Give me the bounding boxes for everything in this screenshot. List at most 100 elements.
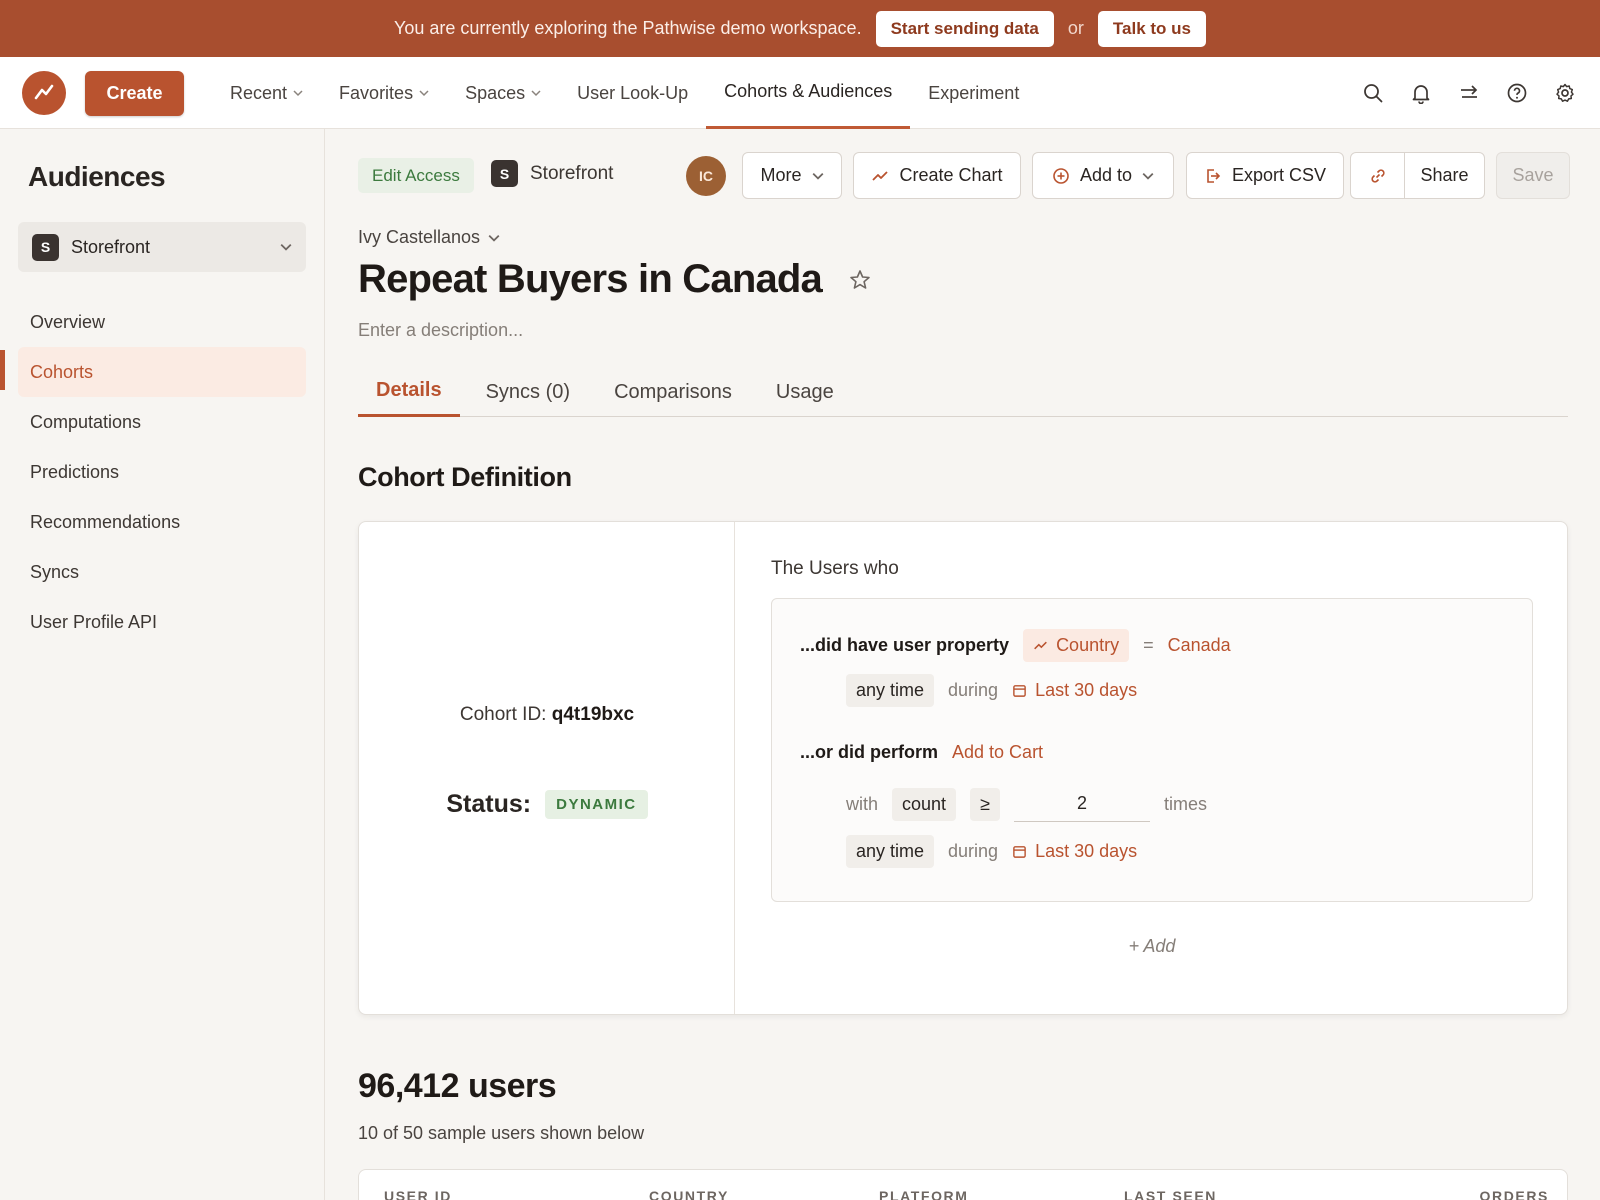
nav-menu: Recent Favorites Spaces User Look-Up Coh… — [212, 57, 1037, 129]
chevron-down-icon — [488, 234, 500, 242]
save-button[interactable]: Save — [1496, 152, 1570, 199]
column-header-user-id[interactable]: USER ID — [384, 1188, 452, 1200]
column-header-last-seen[interactable]: LAST SEEN — [1124, 1188, 1217, 1200]
export-icon — [1207, 168, 1221, 183]
copy-link-button[interactable] — [1351, 153, 1405, 198]
metric-chip[interactable]: count — [892, 787, 957, 821]
cohort-id: Cohort ID: q4t19bxc — [359, 704, 735, 726]
calendar-icon — [1013, 846, 1026, 858]
nav-item-label: Experiment — [928, 82, 1020, 103]
comparator-chip[interactable]: ≥ — [970, 787, 1000, 821]
add-to-label: Add to — [1079, 165, 1133, 185]
share-button[interactable]: Share — [1405, 153, 1484, 198]
owner-selector[interactable]: Ivy Castellanos — [358, 227, 500, 248]
banner-or-text: or — [1067, 18, 1084, 38]
app-logo-icon[interactable] — [22, 71, 66, 115]
create-chart-button[interactable]: Create Chart — [853, 152, 1021, 199]
star-icon[interactable] — [848, 268, 872, 292]
tab-details[interactable]: Details — [358, 367, 460, 417]
rules-box: ...did have user property Country = Cana… — [771, 598, 1533, 902]
nav-item-label: Favorites — [339, 82, 414, 103]
sidebar-item-predictions[interactable]: Predictions — [18, 447, 306, 497]
owner-name: Ivy Castellanos — [358, 227, 481, 247]
main-content: Edit Access S Storefront IC More Create … — [325, 129, 1600, 1200]
user-count: 96,412 users — [358, 1067, 557, 1105]
count-input[interactable]: 2 — [1013, 786, 1150, 822]
property-value[interactable]: Canada — [1168, 635, 1231, 656]
create-button[interactable]: Create — [85, 71, 184, 116]
cohort-tabs: Details Syncs (0) Comparisons Usage — [358, 367, 1568, 417]
transfer-icon[interactable] — [1458, 82, 1480, 104]
nav-item-cohorts-audiences[interactable]: Cohorts & Audiences — [706, 57, 911, 129]
tab-usage[interactable]: Usage — [758, 367, 852, 417]
workspace-select[interactable]: S Storefront — [18, 222, 306, 272]
rule-2-time-chip[interactable]: any time — [846, 835, 935, 868]
chevron-down-icon — [531, 90, 541, 97]
sidebar-item-syncs[interactable]: Syncs — [18, 547, 306, 597]
nav-item-experiment[interactable]: Experiment — [910, 57, 1037, 129]
rule-2-count-row: with count ≥ 2 times — [846, 786, 1207, 822]
export-csv-button[interactable]: Export CSV — [1186, 152, 1344, 199]
talk-to-us-button[interactable]: Talk to us — [1097, 10, 1206, 47]
rule-2-prefix: ...or did perform — [800, 742, 939, 762]
cohort-status: Status: DYNAMIC — [359, 790, 735, 819]
nav-item-label: Cohorts & Audiences — [724, 81, 893, 101]
rule-1-during: during — [948, 680, 999, 700]
nav-item-label: User Look-Up — [577, 82, 689, 103]
status-label: Status: — [446, 790, 532, 818]
nav-item-favorites[interactable]: Favorites — [321, 57, 447, 129]
rule-2-time-row: any time during Last 30 days — [846, 835, 1137, 868]
search-icon[interactable] — [1362, 82, 1384, 104]
rule-2-date-range[interactable]: Last 30 days — [1012, 841, 1137, 862]
chevron-down-icon — [812, 172, 823, 180]
cohort-id-label: Cohort ID: — [459, 704, 547, 725]
rule-1-date-range[interactable]: Last 30 days — [1012, 680, 1137, 701]
nav-item-user-lookup[interactable]: User Look-Up — [559, 57, 706, 129]
event-name[interactable]: Add to Cart — [952, 742, 1043, 763]
section-title: Cohort Definition — [358, 462, 572, 492]
nav-item-spaces[interactable]: Spaces — [447, 57, 559, 129]
rule-2-during: during — [948, 841, 999, 861]
tab-syncs[interactable]: Syncs (0) — [468, 367, 588, 417]
sidebar-item-overview[interactable]: Overview — [18, 297, 306, 347]
add-to-button[interactable]: Add to — [1032, 152, 1174, 199]
workspace-initial-badge: S — [32, 233, 59, 261]
start-sending-data-button[interactable]: Start sending data — [875, 10, 1054, 47]
rule-2-with: with — [846, 793, 879, 814]
rule-1-time-chip[interactable]: any time — [846, 674, 935, 707]
operator-equals[interactable]: = — [1143, 635, 1154, 656]
help-icon[interactable] — [1506, 82, 1528, 104]
cohort-rules-panel: The Users who ...did have user property … — [735, 522, 1567, 1014]
export-csv-label: Export CSV — [1231, 165, 1327, 185]
toolbar-workspace-name: Storefront — [530, 162, 614, 184]
share-group: Share — [1350, 152, 1485, 199]
chevron-down-icon — [419, 90, 429, 97]
property-chip[interactable]: Country — [1023, 629, 1130, 662]
sidebar-item-recommendations[interactable]: Recommendations — [18, 497, 306, 547]
column-header-orders[interactable]: ORDERS — [1480, 1188, 1550, 1200]
nav-item-recent[interactable]: Recent — [212, 57, 321, 129]
sidebar-item-user-profile-api[interactable]: User Profile API — [18, 597, 306, 647]
property-name: Country — [1056, 635, 1120, 655]
rule-1-prefix: ...did have user property — [800, 635, 1010, 655]
column-header-country[interactable]: COUNTRY — [649, 1188, 729, 1200]
sample-users-table: USER ID COUNTRY PLATFORM LAST SEEN ORDER… — [358, 1169, 1568, 1200]
owner-avatar[interactable]: IC — [686, 156, 726, 196]
add-rule-button[interactable]: + Add — [771, 936, 1533, 957]
description-input[interactable]: Enter a description... — [358, 320, 523, 341]
tab-comparisons[interactable]: Comparisons — [596, 367, 750, 417]
demo-banner: You are currently exploring the Pathwise… — [0, 0, 1600, 57]
gear-icon[interactable] — [1554, 82, 1576, 104]
more-button[interactable]: More — [742, 152, 842, 199]
sidebar-item-cohorts[interactable]: Cohorts — [18, 347, 306, 397]
edit-access-badge[interactable]: Edit Access — [358, 158, 474, 193]
calendar-icon — [1013, 685, 1026, 697]
column-header-platform[interactable]: PLATFORM — [879, 1188, 969, 1200]
link-icon — [1370, 168, 1385, 183]
cohort-toolbar: Edit Access S Storefront IC More Create … — [358, 152, 1570, 200]
sidebar-item-computations[interactable]: Computations — [18, 397, 306, 447]
bell-icon[interactable] — [1410, 82, 1432, 104]
rule-1-time-row: any time during Last 30 days — [846, 674, 1137, 707]
nav-item-label: Spaces — [465, 82, 526, 103]
sidebar-nav: Overview Cohorts Computations Prediction… — [18, 297, 306, 647]
